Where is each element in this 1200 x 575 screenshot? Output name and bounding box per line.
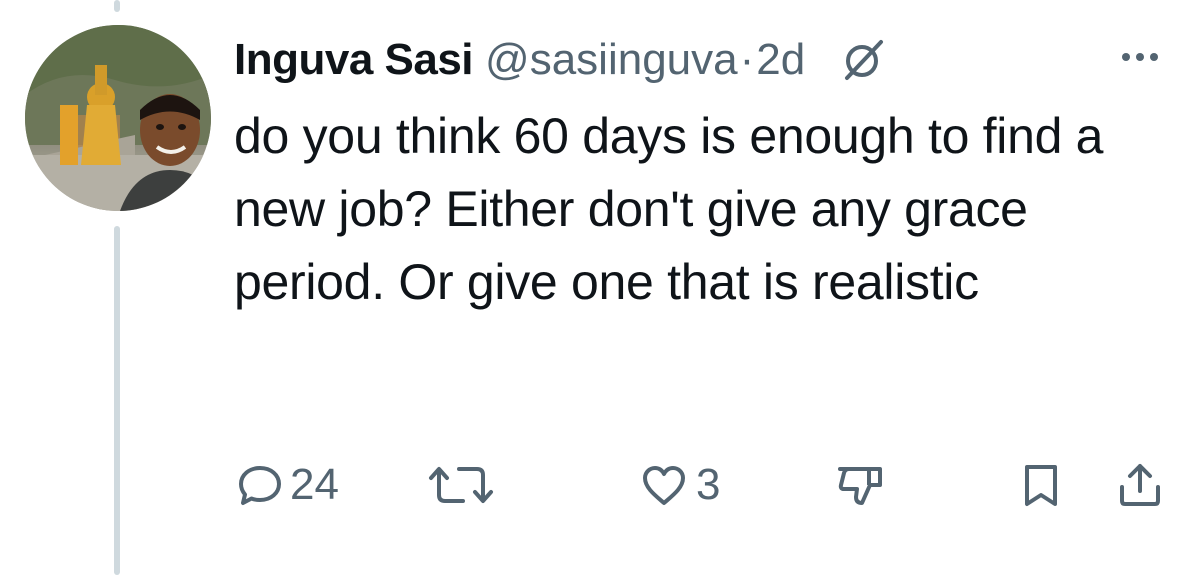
dislike-icon — [838, 467, 882, 505]
author-handle[interactable]: @sasiinguva — [485, 35, 738, 85]
bookmark-button[interactable] — [1017, 445, 1065, 525]
tweet-text: do you think 60 days is enough to find a… — [234, 108, 1104, 310]
share-icon — [1120, 464, 1160, 506]
avatar[interactable] — [25, 25, 211, 211]
separator-dot: · — [739, 35, 755, 84]
reply-count: 24 — [290, 460, 339, 509]
retweet-button[interactable] — [427, 445, 501, 525]
more-icon[interactable] — [1110, 42, 1170, 72]
reply-icon — [239, 466, 281, 505]
tweet-actions: 24 3 — [0, 445, 1200, 525]
share-button[interactable] — [1116, 445, 1164, 525]
dislike-button[interactable] — [836, 445, 884, 525]
thread-line-top — [114, 0, 120, 12]
like-button[interactable]: 3 — [638, 445, 720, 525]
avatar-image — [25, 25, 211, 211]
timestamp[interactable]: 2d — [756, 35, 805, 85]
retweet-icon — [429, 467, 493, 503]
like-icon — [643, 466, 685, 505]
tweet-header: Inguva Sasi @sasiinguva · 2d — [234, 30, 885, 90]
grok-icon[interactable] — [841, 38, 885, 82]
author-name[interactable]: Inguva Sasi — [234, 35, 474, 85]
bookmark-icon — [1025, 465, 1057, 506]
tweet[interactable]: Inguva Sasi @sasiinguva · 2d do you thin… — [0, 0, 1200, 575]
like-count: 3 — [696, 460, 721, 509]
reply-button[interactable]: 24 — [236, 445, 339, 525]
